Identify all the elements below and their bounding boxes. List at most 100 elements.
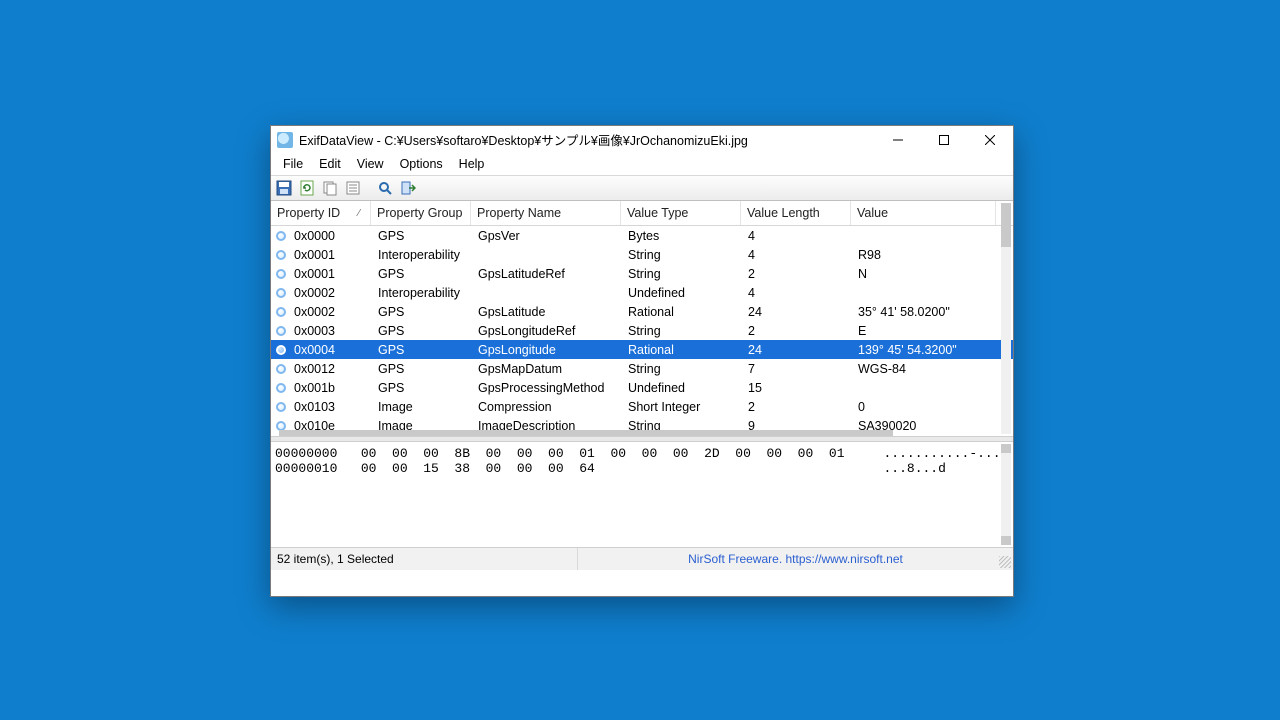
cell-property-group: GPS xyxy=(372,229,472,243)
app-icon xyxy=(277,132,293,148)
hex-vertical-scrollbar[interactable] xyxy=(1001,444,1011,545)
toolbar xyxy=(271,175,1013,201)
cell-value: 0 xyxy=(852,400,997,414)
copy-icon[interactable] xyxy=(321,179,339,197)
row-icon xyxy=(274,402,288,412)
cell-property-id: 0x0002 xyxy=(288,305,372,319)
table-row[interactable]: 0x0002GPSGpsLatitudeRational2435° 41' 58… xyxy=(271,302,1013,321)
cell-value: N xyxy=(852,267,997,281)
cell-value-length: 24 xyxy=(742,343,852,357)
cell-value-length: 2 xyxy=(742,324,852,338)
cell-property-group: GPS xyxy=(372,305,472,319)
window-title: ExifDataView - C:¥Users¥softaro¥Desktop¥… xyxy=(299,130,748,149)
vertical-scrollbar[interactable] xyxy=(1001,203,1011,434)
row-icon xyxy=(274,326,288,336)
cell-property-id: 0x0103 xyxy=(288,400,372,414)
cell-property-group: GPS xyxy=(372,362,472,376)
menu-file[interactable]: File xyxy=(275,155,311,173)
table-row[interactable]: 0x001bGPSGpsProcessingMethodUndefined15 xyxy=(271,378,1013,397)
cell-property-name: GpsLongitude xyxy=(472,343,622,357)
minimize-button[interactable] xyxy=(875,126,921,153)
table-row[interactable]: 0x0103ImageCompressionShort Integer20 xyxy=(271,397,1013,416)
table-row[interactable]: 0x0000GPSGpsVerBytes4 xyxy=(271,226,1013,245)
exit-icon[interactable] xyxy=(399,179,417,197)
row-icon xyxy=(274,421,288,431)
save-icon[interactable] xyxy=(275,179,293,197)
cell-value: 139° 45' 54.3200" xyxy=(852,343,997,357)
hex-line: 00000010 00 00 15 38 00 00 00 64 ...8...… xyxy=(275,461,946,476)
row-icon xyxy=(274,288,288,298)
cell-property-group: Image xyxy=(372,400,472,414)
status-credit-link[interactable]: NirSoft Freeware. https://www.nirsoft.ne… xyxy=(578,552,1013,566)
cell-value-type: Short Integer xyxy=(622,400,742,414)
find-icon[interactable] xyxy=(376,179,394,197)
close-button[interactable] xyxy=(967,126,1013,153)
col-header-value-type[interactable]: Value Type xyxy=(621,201,741,225)
table-row[interactable]: 0x0001InteroperabilityString4R98 xyxy=(271,245,1013,264)
cell-value: WGS-84 xyxy=(852,362,997,376)
app-window: ExifDataView - C:¥Users¥softaro¥Desktop¥… xyxy=(270,125,1014,597)
row-icon xyxy=(274,345,288,355)
col-header-value-length[interactable]: Value Length xyxy=(741,201,851,225)
row-icon xyxy=(274,364,288,374)
hex-viewer[interactable]: 00000000 00 00 00 8B 00 00 00 01 00 00 0… xyxy=(271,442,1013,547)
col-header-property-group[interactable]: Property Group xyxy=(371,201,471,225)
table-row[interactable]: 0x0001GPSGpsLatitudeRefString2N xyxy=(271,264,1013,283)
menubar: File Edit View Options Help xyxy=(271,153,1013,175)
table-row[interactable]: 0x0004GPSGpsLongitudeRational24139° 45' … xyxy=(271,340,1013,359)
refresh-icon[interactable] xyxy=(298,179,316,197)
scrollbar-thumb[interactable] xyxy=(1001,444,1011,453)
status-item-count: 52 item(s), 1 Selected xyxy=(271,548,578,570)
cell-property-name: Compression xyxy=(472,400,622,414)
cell-property-id: 0x0012 xyxy=(288,362,372,376)
menu-options[interactable]: Options xyxy=(392,155,451,173)
cell-value-length: 2 xyxy=(742,400,852,414)
row-icon xyxy=(274,231,288,241)
cell-value-length: 15 xyxy=(742,381,852,395)
resize-grip-icon[interactable] xyxy=(999,556,1011,568)
cell-value-length: 4 xyxy=(742,248,852,262)
cell-value-type: Bytes xyxy=(622,229,742,243)
menu-edit[interactable]: Edit xyxy=(311,155,349,173)
sort-asc-icon: ⁄ xyxy=(358,208,360,219)
hex-line: 00000000 00 00 00 8B 00 00 00 01 00 00 0… xyxy=(275,446,1008,461)
listview-header[interactable]: Property ID⁄ Property Group Property Nam… xyxy=(271,201,1013,226)
cell-property-group: GPS xyxy=(372,381,472,395)
cell-property-id: 0x0003 xyxy=(288,324,372,338)
menu-help[interactable]: Help xyxy=(451,155,493,173)
cell-property-group: GPS xyxy=(372,324,472,338)
table-row[interactable]: 0x0012GPSGpsMapDatumString7WGS-84 xyxy=(271,359,1013,378)
col-header-property-name[interactable]: Property Name xyxy=(471,201,621,225)
cell-property-id: 0x0002 xyxy=(288,286,372,300)
cell-value-type: Rational xyxy=(622,305,742,319)
maximize-button[interactable] xyxy=(921,126,967,153)
table-row[interactable]: 0x0003GPSGpsLongitudeRefString2E xyxy=(271,321,1013,340)
statusbar: 52 item(s), 1 Selected NirSoft Freeware.… xyxy=(271,547,1013,570)
cell-property-name: GpsProcessingMethod xyxy=(472,381,622,395)
cell-value-length: 7 xyxy=(742,362,852,376)
cell-property-name: GpsVer xyxy=(472,229,622,243)
cell-property-group: GPS xyxy=(372,343,472,357)
listview[interactable]: Property ID⁄ Property Group Property Nam… xyxy=(271,201,1013,436)
cell-value-type: String xyxy=(622,324,742,338)
listview-body[interactable]: 0x0000GPSGpsVerBytes4 0x0001Interoperabil… xyxy=(271,226,1013,436)
table-row[interactable]: 0x0002InteroperabilityUndefined4 xyxy=(271,283,1013,302)
cell-value-length: 4 xyxy=(742,229,852,243)
cell-value-type: String xyxy=(622,248,742,262)
col-header-property-id[interactable]: Property ID⁄ xyxy=(271,201,371,225)
scrollbar-thumb[interactable] xyxy=(1001,536,1011,545)
cell-property-group: Interoperability xyxy=(372,248,472,262)
horizontal-scrollbar[interactable] xyxy=(279,430,893,436)
cell-property-id: 0x0001 xyxy=(288,267,372,281)
cell-value-length: 24 xyxy=(742,305,852,319)
col-header-value[interactable]: Value xyxy=(851,201,996,225)
cell-property-name: GpsLatitude xyxy=(472,305,622,319)
properties-icon[interactable] xyxy=(344,179,362,197)
titlebar[interactable]: ExifDataView - C:¥Users¥softaro¥Desktop¥… xyxy=(271,126,1013,153)
cell-property-id: 0x0004 xyxy=(288,343,372,357)
scrollbar-thumb[interactable] xyxy=(1001,203,1011,247)
cell-value-type: String xyxy=(622,362,742,376)
menu-view[interactable]: View xyxy=(349,155,392,173)
row-icon xyxy=(274,269,288,279)
cell-property-name: GpsLongitudeRef xyxy=(472,324,622,338)
